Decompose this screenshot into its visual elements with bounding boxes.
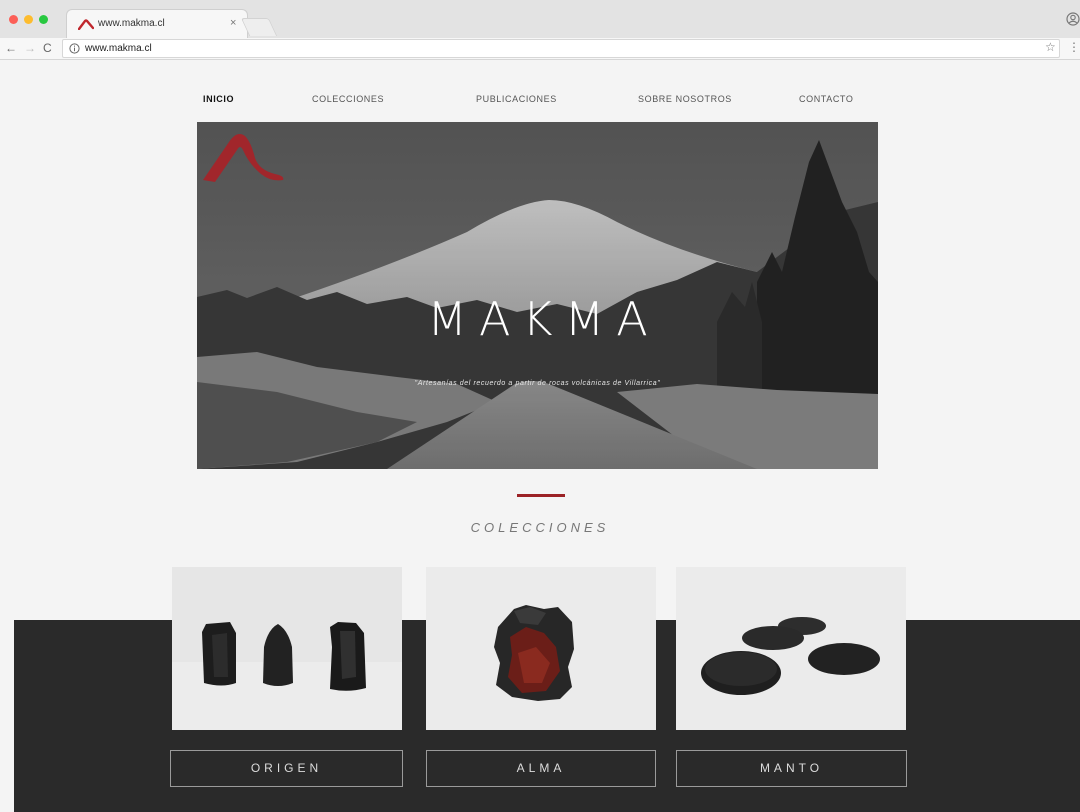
hero-title: MAKMA — [427, 292, 660, 346]
alma-product-image — [426, 567, 656, 730]
forward-button[interactable]: → — [24, 40, 36, 56]
web-page: INICIO COLECCIONES PUBLICACIONES SOBRE N… — [0, 60, 1080, 812]
accent-divider — [517, 494, 565, 497]
profile-icon[interactable] — [1066, 12, 1080, 26]
makma-logo-icon — [203, 134, 284, 182]
origen-button[interactable]: ORIGEN — [170, 750, 403, 787]
collections-heading: COLECCIONES — [470, 520, 610, 535]
url-text: www.makma.cl — [85, 43, 152, 54]
collection-card-origen[interactable] — [172, 567, 402, 730]
browser-tab-bar: www.makma.cl × — [0, 0, 1080, 39]
manto-button[interactable]: MANTO — [676, 750, 907, 787]
origen-product-image — [172, 567, 402, 730]
address-bar[interactable]: www.makma.cl — [62, 39, 1060, 58]
nav-publicaciones[interactable]: PUBLICACIONES — [476, 94, 557, 104]
browser-tab[interactable]: www.makma.cl × — [66, 9, 248, 39]
minimize-window-button[interactable] — [24, 15, 33, 24]
makma-favicon-icon — [78, 19, 94, 30]
nav-contacto[interactable]: CONTACTO — [799, 94, 853, 104]
alma-button[interactable]: ALMA — [426, 750, 656, 787]
tab-close-icon[interactable]: × — [230, 17, 236, 29]
browser-toolbar: ← → C www.makma.cl ☆ ⋮ — [0, 38, 1080, 60]
collection-card-manto[interactable] — [676, 567, 906, 730]
nav-inicio[interactable]: INICIO — [203, 94, 234, 104]
maximize-window-button[interactable] — [39, 15, 48, 24]
tab-title: www.makma.cl — [98, 18, 165, 29]
nav-sobre-nosotros[interactable]: SOBRE NOSOTROS — [638, 94, 732, 104]
nav-colecciones[interactable]: COLECCIONES — [312, 94, 384, 104]
hero-tagline: "Artesanías del recuerdo a partir de roc… — [414, 380, 661, 387]
back-button[interactable]: ← — [5, 40, 17, 56]
manto-product-image — [676, 567, 906, 730]
browser-menu-icon[interactable]: ⋮ — [1068, 40, 1080, 54]
main-navigation: INICIO COLECCIONES PUBLICACIONES SOBRE N… — [0, 94, 1080, 110]
collection-card-alma[interactable] — [426, 567, 656, 730]
reload-button[interactable]: C — [43, 40, 52, 56]
close-window-button[interactable] — [9, 15, 18, 24]
bookmark-star-icon[interactable]: ☆ — [1045, 40, 1056, 54]
hero-banner: MAKMA "Artesanías del recuerdo a partir … — [197, 122, 878, 469]
info-icon[interactable] — [69, 43, 80, 54]
